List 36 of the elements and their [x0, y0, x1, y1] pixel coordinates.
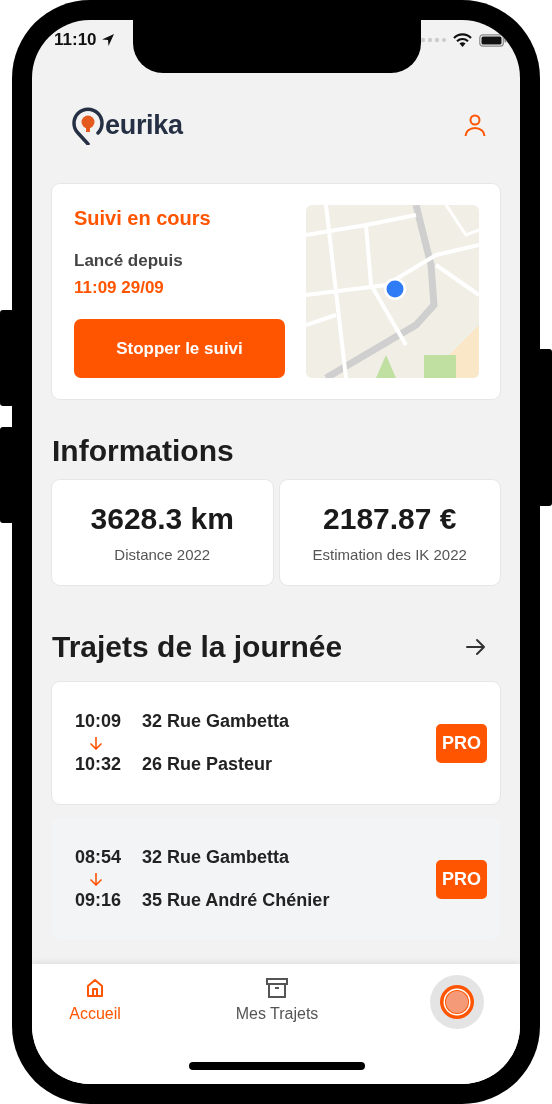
- trip-card[interactable]: 10:09 32 Rue Gambetta 10:32 26 Rue Pasteur PRO: [52, 682, 500, 804]
- logo-text: eurika: [105, 109, 183, 141]
- tracking-title: Suivi en cours: [74, 207, 212, 230]
- wifi-icon: [453, 33, 472, 47]
- section-title: Informations: [52, 434, 235, 468]
- trip-address: 35 Rue André Chénier: [142, 890, 330, 911]
- section-title: Trajets de la journée: [52, 630, 343, 664]
- status-time: 11:10: [54, 30, 97, 50]
- arrow-right-icon[interactable]: [466, 638, 486, 656]
- trip-address: 26 Rue Pasteur: [142, 754, 273, 775]
- since-value: 11:09 29/09: [74, 278, 165, 298]
- archive-icon: [266, 978, 288, 998]
- trip-address: 32 Rue Gambetta: [142, 847, 290, 868]
- battery-icon: [479, 33, 507, 47]
- logo-pin-icon: [72, 105, 105, 145]
- stat-value: 2187.87 €: [323, 502, 457, 536]
- signal-icon: [420, 37, 446, 43]
- arrow-down-icon: [89, 872, 103, 886]
- arrow-down-icon: [89, 736, 103, 750]
- trip-time: 08:54: [75, 847, 123, 868]
- since-label: Lancé depuis: [74, 251, 184, 271]
- trip-address: 32 Rue Gambetta: [142, 711, 290, 732]
- user-icon[interactable]: [464, 113, 486, 137]
- stat-label: Distance 2022: [114, 546, 211, 563]
- home-icon: [85, 978, 105, 998]
- trip-tag: PRO: [436, 859, 487, 899]
- record-button[interactable]: [430, 975, 484, 1029]
- trip-time: 10:32: [75, 754, 123, 775]
- stat-value: 3628.3 km: [90, 502, 234, 536]
- stat-label: Estimation des IK 2022: [312, 546, 467, 563]
- trip-time: 10:09: [75, 711, 123, 732]
- trip-card[interactable]: 08:54 32 Rue Gambetta 09:16 35 Rue André Chénier PRO: [52, 818, 500, 940]
- trip-tag: PRO: [436, 723, 487, 763]
- tab[interactable]: Mes Trajets: [217, 978, 337, 1023]
- location-arrow-icon: [100, 33, 115, 47]
- trip-time: 09:16: [75, 890, 123, 911]
